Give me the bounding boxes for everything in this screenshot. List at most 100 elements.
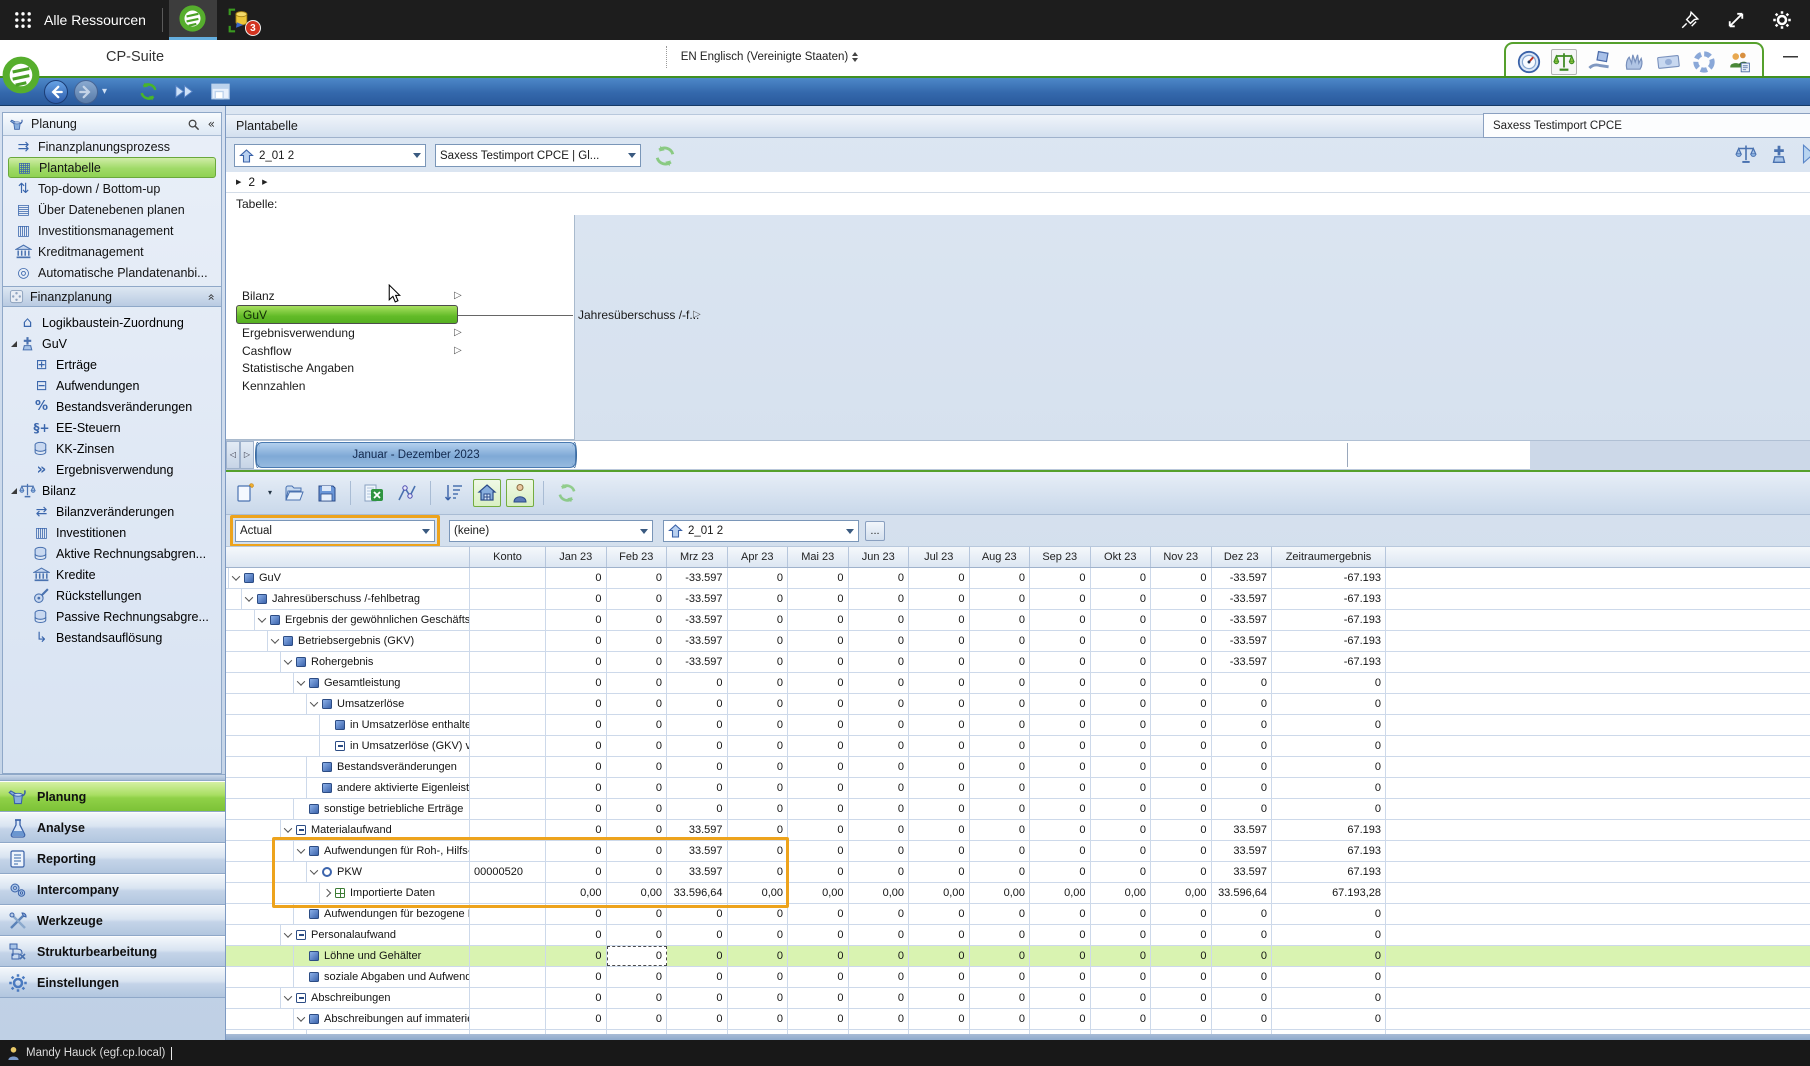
konto-cell[interactable] (470, 736, 546, 756)
pin-icon[interactable] (1680, 10, 1700, 30)
value-cell[interactable]: 0 (1030, 778, 1091, 798)
value-cell[interactable]: 0 (1091, 652, 1152, 672)
structure-dropdown[interactable]: 2_01 2 (234, 144, 426, 167)
value-cell[interactable]: 0 (546, 1009, 607, 1029)
value-cell[interactable]: 0 (667, 967, 728, 987)
value-cell[interactable]: 0 (970, 778, 1031, 798)
value-cell[interactable]: 0,00 (1151, 883, 1212, 903)
table-selector-item-statistische-angaben[interactable]: Statistische Angaben (226, 360, 574, 378)
konto-cell[interactable] (470, 652, 546, 672)
value-cell[interactable]: 0 (1212, 946, 1273, 966)
value-cell[interactable]: 0 (546, 799, 607, 819)
save-icon[interactable] (313, 479, 341, 507)
value-cell[interactable]: 0 (1151, 589, 1212, 609)
value-cell[interactable]: 0 (1091, 967, 1152, 987)
column-header-mai-23[interactable]: Mai 23 (788, 547, 849, 567)
value-cell[interactable]: 0 (1151, 925, 1212, 945)
value-cell[interactable]: 0 (849, 925, 910, 945)
chart-icon[interactable] (393, 479, 421, 507)
value-cell[interactable]: 0 (909, 988, 970, 1008)
value-cell[interactable]: 0 (1151, 610, 1212, 630)
column-header-sep-23[interactable]: Sep 23 (1030, 547, 1091, 567)
value-cell[interactable]: 0 (909, 757, 970, 777)
value-cell[interactable]: 0 (1151, 652, 1212, 672)
sidebar-item-investitionsmanagement[interactable]: ▥Investitionsmanagement (3, 220, 221, 241)
tree-cell[interactable]: Umsatzerlöse (226, 694, 470, 714)
value-cell[interactable]: 33.597 (1212, 820, 1273, 840)
table-row[interactable]: GuV00-33.59700000000-33.597-67.193 (226, 568, 1810, 589)
value-cell[interactable]: 0,00 (607, 883, 668, 903)
value-cell[interactable]: 0 (607, 631, 668, 651)
value-cell[interactable]: 0 (607, 904, 668, 924)
value-cell[interactable]: 0 (607, 673, 668, 693)
sidebar-item-automatische-plandatenanbi-[interactable]: ◎Automatische Plandatenanbi... (3, 262, 221, 283)
value-cell[interactable]: 0 (546, 757, 607, 777)
scales-icon[interactable] (1551, 49, 1577, 75)
expand-arrow-icon[interactable]: ▷ (454, 328, 462, 338)
value-cell[interactable]: 0 (667, 799, 728, 819)
value-cell[interactable]: 0 (788, 904, 849, 924)
collapse-chevron-icon[interactable] (297, 1013, 305, 1021)
table-row[interactable]: Rohergebnis00-33.59700000000-33.597-67.1… (226, 652, 1810, 673)
value-cell[interactable]: 0 (1212, 736, 1273, 756)
konto-cell[interactable]: 00000520 (470, 862, 546, 882)
value-cell[interactable]: 0 (546, 589, 607, 609)
value-cell[interactable]: 0 (728, 841, 789, 861)
timeline-track[interactable]: ◁ ▷ Januar - Dezember 2023 (226, 441, 1530, 470)
value-cell[interactable]: 33.596,64 (1212, 883, 1273, 903)
value-cell[interactable]: 0 (1030, 715, 1091, 735)
tree-item-ee-steuern[interactable]: §+EE-Steuern (3, 417, 221, 438)
apps-grid-icon[interactable] (14, 11, 32, 29)
value-cell[interactable]: 0 (909, 610, 970, 630)
back-icon[interactable] (44, 80, 68, 104)
tree-cell[interactable]: Ergebnis der gewöhnlichen Geschäftstäti.… (226, 610, 470, 630)
value-cell[interactable]: 0 (849, 862, 910, 882)
value-cell[interactable]: 0 (909, 631, 970, 651)
tree-cell[interactable]: Bestandsveränderungen (226, 757, 470, 777)
selected-value-cell[interactable]: 0 (607, 946, 668, 966)
value-cell[interactable]: -33.597 (1212, 610, 1273, 630)
sort-icon[interactable] (440, 479, 468, 507)
tree-item-r-ckstellungen[interactable]: Rückstellungen (3, 585, 221, 606)
tree-item-aufwendungen[interactable]: ⊟Aufwendungen (3, 375, 221, 396)
column-header-nov-23[interactable]: Nov 23 (1151, 547, 1212, 567)
value-cell[interactable]: 33.597 (667, 841, 728, 861)
people-icon[interactable] (1726, 49, 1752, 75)
value-cell[interactable]: 0 (909, 967, 970, 987)
module-button-strukturbearbeitung[interactable]: Strukturbearbeitung (0, 936, 225, 967)
expand-right-icon[interactable] (1801, 143, 1810, 165)
tree-cell[interactable]: in Umsatzerlöse enthaltener ... (226, 715, 470, 735)
value-cell[interactable]: 0 (849, 568, 910, 588)
language-selector[interactable]: EN Englisch (Vereinigte Staaten) (666, 46, 862, 68)
value-cell[interactable]: 0 (1030, 946, 1091, 966)
value-cell[interactable]: 0 (849, 652, 910, 672)
value-cell[interactable]: 0 (849, 757, 910, 777)
value-cell[interactable]: 0 (607, 589, 668, 609)
tree-cell[interactable]: in Umsatzerlöse (GKV) verrec... (226, 736, 470, 756)
value-cell[interactable]: 0 (849, 799, 910, 819)
dropdown-caret-icon[interactable]: ▾ (265, 489, 275, 497)
value-cell[interactable]: 0 (728, 778, 789, 798)
finanzplanung-section-header[interactable]: Finanzplanung « (3, 286, 221, 307)
value-cell[interactable]: 33.597 (1212, 841, 1273, 861)
tree-cell[interactable]: Importierte Daten (226, 883, 470, 903)
search-icon[interactable] (187, 118, 200, 131)
sidebar-item--ber-datenebenen-planen[interactable]: ▤Über Datenebenen planen (3, 199, 221, 220)
value-cell[interactable]: 0 (1091, 589, 1152, 609)
table-selector-item-ergebnisverwendung[interactable]: Ergebnisverwendung▷ (226, 325, 574, 343)
home-structure-icon[interactable] (473, 479, 501, 507)
value-cell[interactable]: 0 (1030, 652, 1091, 672)
value-cell[interactable]: 0 (1151, 1009, 1212, 1029)
value-cell[interactable]: 0 (1030, 925, 1091, 945)
value-cell[interactable]: 0 (1091, 988, 1152, 1008)
value-cell[interactable]: 0 (1151, 967, 1212, 987)
refresh-icon[interactable] (653, 144, 677, 168)
value-cell[interactable]: 0 (546, 925, 607, 945)
konto-cell[interactable] (470, 967, 546, 987)
tree-item-logikbaustein-zuordnung[interactable]: ⌂Logikbaustein-Zuordnung (3, 312, 221, 333)
value-cell[interactable]: 0 (728, 988, 789, 1008)
tree-cell[interactable]: Gesamtleistung (226, 673, 470, 693)
value-cell[interactable]: 0 (1212, 694, 1273, 714)
konto-cell[interactable] (470, 610, 546, 630)
value-cell[interactable]: 0 (849, 694, 910, 714)
